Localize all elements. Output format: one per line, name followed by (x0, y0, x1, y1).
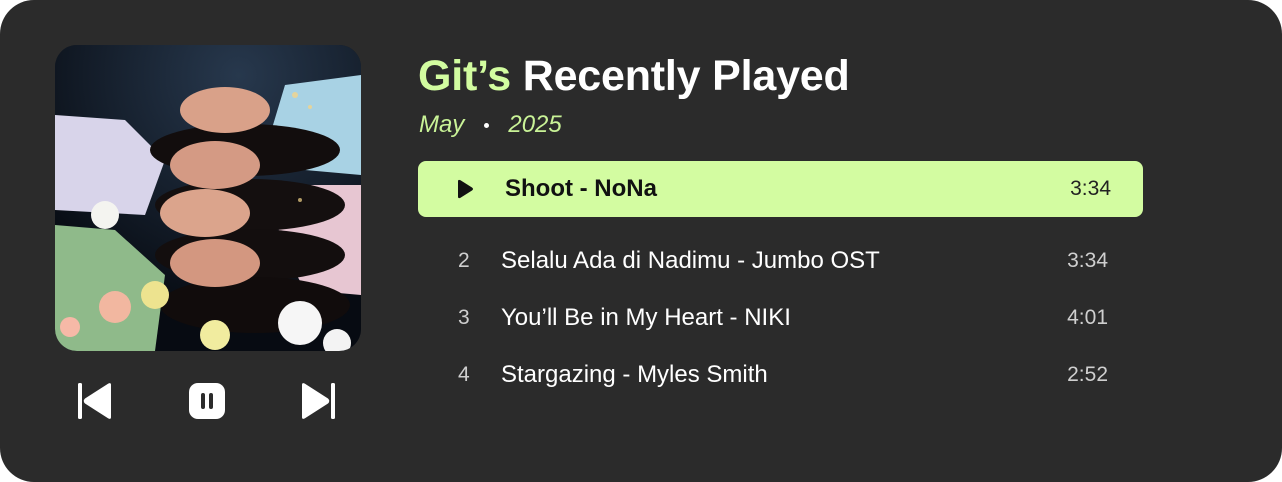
track-duration: 4:01 (1067, 306, 1108, 329)
play-icon (456, 179, 474, 204)
track-row[interactable]: 2 Selalu Ada di Nadimu - Jumbo OST 3:34 (418, 233, 1143, 289)
track-duration: 3:34 (1070, 177, 1111, 200)
month-label: May (419, 111, 465, 138)
track-duration: 3:34 (1067, 249, 1108, 272)
track-row-active[interactable]: Shoot - NoNa 3:34 (418, 161, 1143, 217)
track-title: Shoot - NoNa (505, 175, 657, 202)
track-number: 4 (458, 363, 470, 386)
track-number: 3 (458, 306, 470, 329)
next-button[interactable] (297, 380, 339, 422)
pause-icon (189, 383, 225, 419)
title-owner: Git’s (418, 52, 511, 100)
title-text: Recently Played (522, 52, 850, 100)
recently-played-card: Git’s Recently Played May 2025 Shoot - N… (0, 0, 1282, 482)
year-label: 2025 (508, 111, 562, 138)
track-title: Selalu Ada di Nadimu - Jumbo OST (501, 247, 880, 274)
skip-next-icon (302, 383, 335, 419)
track-row[interactable]: 3 You’ll Be in My Heart - NIKI 4:01 (418, 290, 1143, 346)
album-cover[interactable] (55, 45, 361, 351)
page-title: Git’s Recently Played (418, 52, 850, 101)
separator-dot (484, 122, 490, 128)
track-duration: 2:52 (1067, 363, 1108, 386)
skip-previous-icon (78, 383, 111, 419)
track-title: Stargazing - Myles Smith (501, 361, 768, 388)
date-subtitle: May 2025 (419, 111, 562, 139)
track-number: 2 (458, 249, 470, 272)
album-cover-image (55, 45, 361, 351)
track-row[interactable]: 4 Stargazing - Myles Smith 2:52 (418, 347, 1143, 403)
previous-button[interactable] (74, 380, 116, 422)
pause-button[interactable] (186, 380, 228, 422)
track-title: You’ll Be in My Heart - NIKI (501, 304, 791, 331)
